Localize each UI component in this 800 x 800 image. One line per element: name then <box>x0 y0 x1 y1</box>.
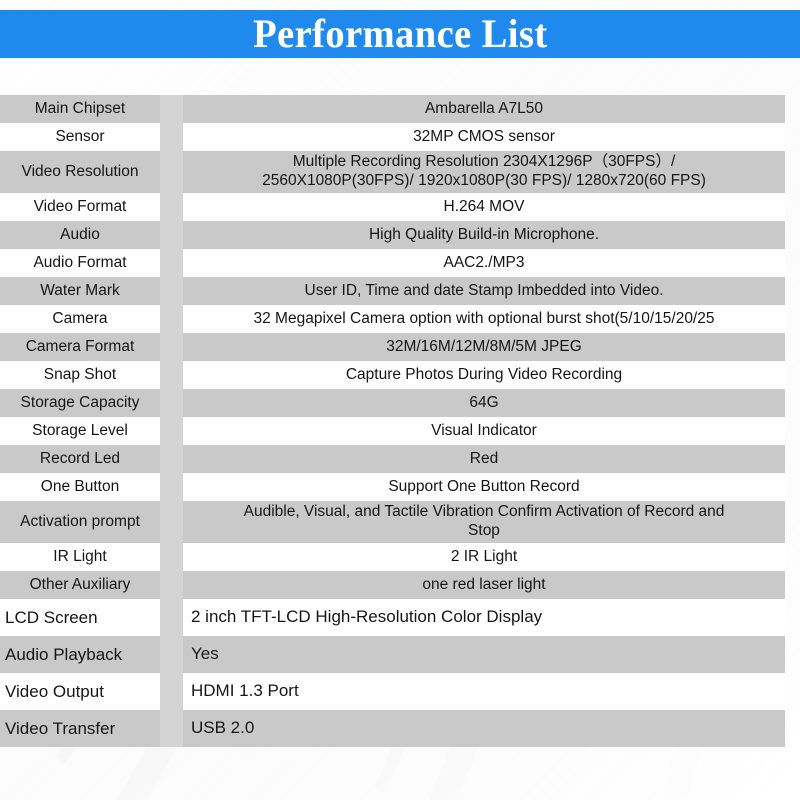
table-row: Storage Capacity 64G <box>0 389 785 417</box>
table-row: Video Transfer USB 2.0 <box>0 710 785 747</box>
spec-label: Water Mark <box>0 277 160 305</box>
spec-value: Yes <box>183 636 785 673</box>
spec-label: Video Resolution <box>0 151 160 193</box>
specification-table: Main Chipset Ambarella A7L50 Sensor 32MP CM… <box>0 95 785 747</box>
column-gutter <box>160 571 183 599</box>
spec-label: Activation prompt <box>0 501 160 543</box>
spec-label: LCD Screen <box>0 599 160 636</box>
table-row: Activation prompt Audible, Visual, and Ta… <box>0 501 785 543</box>
column-gutter <box>160 123 183 151</box>
column-gutter <box>160 249 183 277</box>
spec-value: User ID, Time and date Stamp Imbedded in… <box>183 277 785 305</box>
table-row: IR Light 2 IR Light <box>0 543 785 571</box>
table-row: Water Mark User ID, Time and date Stamp I… <box>0 277 785 305</box>
spec-value: Ambarella A7L50 <box>183 95 785 123</box>
column-gutter <box>160 305 183 333</box>
spec-label: Other Auxiliary <box>0 571 160 599</box>
spec-value: High Quality Build-in Microphone. <box>183 221 785 249</box>
column-gutter <box>160 95 183 123</box>
column-gutter <box>160 599 183 636</box>
spec-label: IR Light <box>0 543 160 571</box>
spec-value: 2 inch TFT-LCD High-Resolution Color Dis… <box>183 599 785 636</box>
spec-label: Video Output <box>0 673 160 710</box>
spec-value: one red laser light <box>183 571 785 599</box>
spec-label: Camera <box>0 305 160 333</box>
spec-value: H.264 MOV <box>183 193 785 221</box>
column-gutter <box>160 417 183 445</box>
spec-value: AAC2./MP3 <box>183 249 785 277</box>
table-row: Video Output HDMI 1.3 Port <box>0 673 785 710</box>
spec-value: 2 IR Light <box>183 543 785 571</box>
column-gutter <box>160 543 183 571</box>
spec-value: 32M/16M/12M/8M/5M JPEG <box>183 333 785 361</box>
table-row: Main Chipset Ambarella A7L50 <box>0 95 785 123</box>
column-gutter <box>160 193 183 221</box>
spec-label: Storage Level <box>0 417 160 445</box>
spec-value: 64G <box>183 389 785 417</box>
spec-value: Support One Button Record <box>183 473 785 501</box>
spec-value: Red <box>183 445 785 473</box>
spec-value: USB 2.0 <box>183 710 785 747</box>
spec-label: Camera Format <box>0 333 160 361</box>
page-title-bar: Performance List <box>0 10 800 58</box>
table-row: Video Resolution Multiple Recording Resol… <box>0 151 785 193</box>
spec-label: Audio <box>0 221 160 249</box>
spec-label: Storage Capacity <box>0 389 160 417</box>
column-gutter <box>160 501 183 543</box>
table-row: Sensor 32MP CMOS sensor <box>0 123 785 151</box>
column-gutter <box>160 151 183 193</box>
spec-label: Record Led <box>0 445 160 473</box>
spec-value: Multiple Recording Resolution 2304X1296P… <box>183 151 785 193</box>
spec-label: Video Transfer <box>0 710 160 747</box>
column-gutter <box>160 636 183 673</box>
column-gutter <box>160 221 183 249</box>
table-row: Camera 32 Megapixel Camera option with op… <box>0 305 785 333</box>
spec-label: One Button <box>0 473 160 501</box>
table-row: Audio Playback Yes <box>0 636 785 673</box>
table-row: LCD Screen 2 inch TFT-LCD High-Resolution… <box>0 599 785 636</box>
spec-value: 32MP CMOS sensor <box>183 123 785 151</box>
column-gutter <box>160 473 183 501</box>
table-row: Audio Format AAC2./MP3 <box>0 249 785 277</box>
spec-value: Capture Photos During Video Recording <box>183 361 785 389</box>
page-title: Performance List <box>252 11 548 56</box>
spec-value: Audible, Visual, and Tactile Vibration C… <box>183 501 785 543</box>
table-row: Video Format H.264 MOV <box>0 193 785 221</box>
table-row: Camera Format 32M/16M/12M/8M/5M JPEG <box>0 333 785 361</box>
performance-list-page: Performance List Main Chipset Ambarella A… <box>0 0 800 800</box>
column-gutter <box>160 389 183 417</box>
table-row: One Button Support One Button Record <box>0 473 785 501</box>
column-gutter <box>160 361 183 389</box>
spec-label: Audio Playback <box>0 636 160 673</box>
table-row: Storage Level Visual Indicator <box>0 417 785 445</box>
table-row: Record Led Red <box>0 445 785 473</box>
table-row: Audio High Quality Build-in Microphone. <box>0 221 785 249</box>
spec-value: HDMI 1.3 Port <box>183 673 785 710</box>
column-gutter <box>160 277 183 305</box>
spec-label: Sensor <box>0 123 160 151</box>
spec-value: Visual Indicator <box>183 417 785 445</box>
spec-label: Snap Shot <box>0 361 160 389</box>
spec-value: 32 Megapixel Camera option with optional… <box>183 305 785 333</box>
spec-label: Audio Format <box>0 249 160 277</box>
column-gutter <box>160 710 183 747</box>
column-gutter <box>160 445 183 473</box>
column-gutter <box>160 333 183 361</box>
spec-label: Main Chipset <box>0 95 160 123</box>
column-gutter <box>160 673 183 710</box>
table-row: Other Auxiliary one red laser light <box>0 571 785 599</box>
spec-label: Video Format <box>0 193 160 221</box>
table-row: Snap Shot Capture Photos During Video Rec… <box>0 361 785 389</box>
